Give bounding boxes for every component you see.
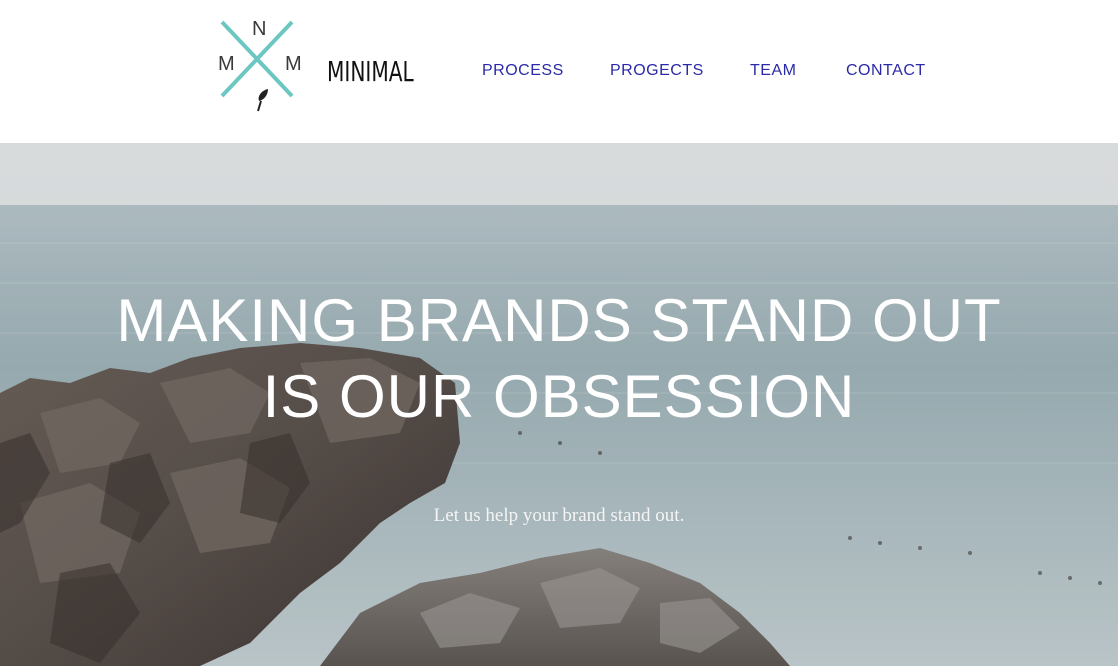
nav-item-process[interactable]: PROCESS [482,62,564,80]
logo-letter-left: M [218,53,235,75]
brand-name[interactable]: MINIMAL [327,55,414,88]
nav-item-team[interactable]: TEAM [750,62,796,80]
hero-title-line-2: IS OUR OBSESSION [262,363,856,430]
logo-letter-right: M [285,53,302,75]
nav-item-contact[interactable]: CONTACT [846,62,926,80]
feather-icon [257,89,268,112]
hero-section: MAKING BRANDS STAND OUT IS OUR OBSESSION… [0,143,1118,666]
hero-title-line-1: MAKING BRANDS STAND OUT [116,287,1002,354]
site-logo[interactable]: N M M [214,16,304,114]
hero-title: MAKING BRANDS STAND OUT IS OUR OBSESSION [0,283,1118,435]
site-header: N M M MINIMAL PROCESS PROGECTS TEAM CONT… [0,0,1118,143]
nav-item-projects[interactable]: PROGECTS [610,62,704,80]
hero-subtitle: Let us help your brand stand out. [433,505,685,526]
logo-letter-top: N [252,18,267,40]
